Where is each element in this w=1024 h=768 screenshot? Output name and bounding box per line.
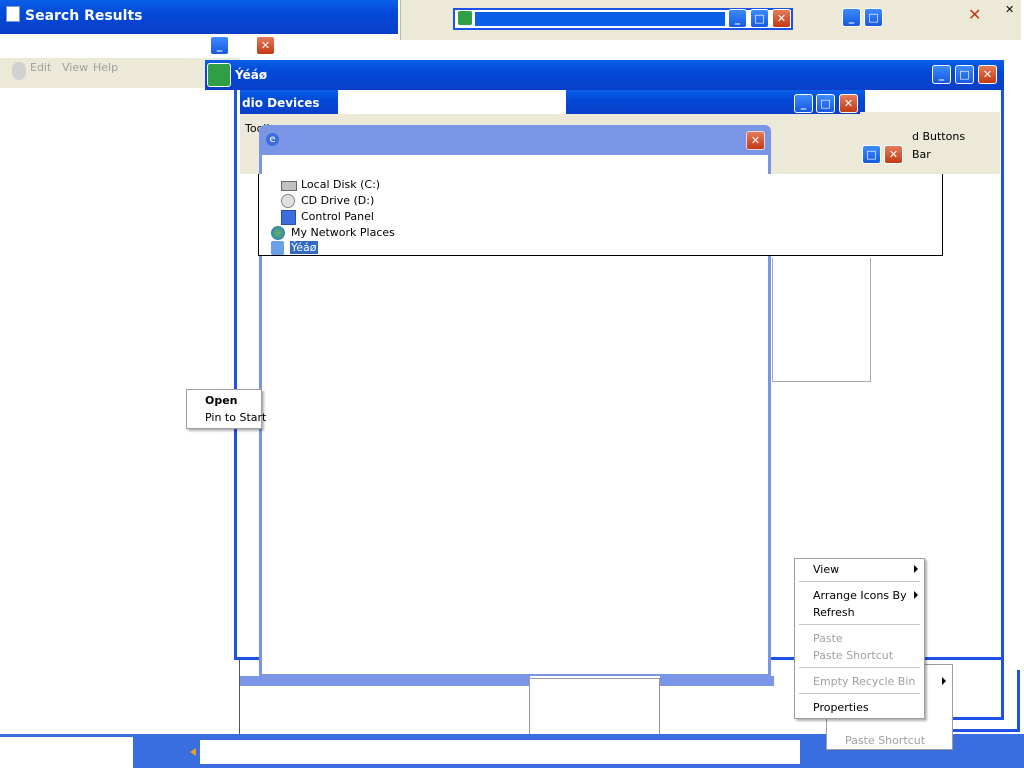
desktop-context-menu: View Arrange Icons By Refresh Paste Past… — [794, 558, 925, 719]
ghost-close-button[interactable]: ✕ — [772, 9, 791, 28]
main-maximize-button[interactable]: □ — [955, 65, 974, 84]
panel-outline — [772, 258, 871, 382]
submenu-arrow-icon — [914, 591, 918, 599]
ghost-maximize-button[interactable]: □ — [750, 9, 769, 28]
main-window-title: Ýéáø — [235, 68, 268, 82]
start-item-context-menu: Open Pin to Start — [186, 389, 266, 429]
open-menu-item[interactable]: Open — [205, 394, 238, 407]
audio-minimize-button[interactable]: _ — [794, 94, 813, 113]
search-results-titlebar: Search Results — [0, 0, 398, 34]
panel-maximize-button[interactable]: □ — [862, 145, 881, 164]
taskbar-arrow-icon — [190, 748, 196, 756]
search-minimize-button[interactable]: _ — [210, 36, 229, 55]
network-places-icon — [271, 226, 285, 240]
menu-separator — [799, 581, 920, 582]
submenu-arrow-icon — [914, 565, 918, 573]
menu-edit[interactable]: Edit — [30, 61, 51, 74]
cd-drive-icon — [281, 194, 295, 208]
control-panel-icon — [281, 210, 296, 225]
internet-explorer-icon: e — [266, 133, 279, 146]
location-dropdown: Local Disk (C:) CD Drive (D:) Control Pa… — [258, 174, 943, 256]
audio-maximize-button[interactable]: □ — [816, 94, 835, 113]
list-item-label: Control Panel — [301, 210, 374, 223]
blank-popup-window — [529, 678, 660, 739]
main-minimize-button[interactable]: _ — [932, 65, 951, 84]
menu-separator — [799, 624, 920, 625]
window-title: Search Results — [25, 8, 143, 24]
menu-separator — [799, 693, 920, 694]
bottom-white-field — [200, 740, 800, 764]
audio-close-button[interactable]: ✕ — [839, 94, 858, 113]
refresh-menu-item[interactable]: Refresh — [813, 606, 855, 619]
ghost-close-glyph: ✕ — [968, 5, 982, 24]
hard-disk-icon — [281, 181, 297, 191]
ghost-minimize-button[interactable]: _ — [728, 9, 747, 28]
pin-to-start-menu-item[interactable]: Pin to Start — [205, 411, 266, 424]
paste-menu-item[interactable]: Paste — [813, 632, 843, 645]
ghost-title-fill — [475, 12, 725, 26]
search-close-button[interactable]: ✕ — [256, 36, 275, 55]
explorer-close-button[interactable]: ✕ — [746, 131, 765, 150]
explorer-bottom-strip-right — [660, 676, 774, 686]
audio-window-title: dio Devices — [242, 96, 320, 110]
ghost-close-glyph-2: ✕ — [1005, 3, 1015, 16]
list-item-label: My Network Places — [291, 226, 395, 239]
list-item-label-selected: Ýéáø — [290, 241, 318, 254]
explorer-bottom-strip — [240, 676, 530, 686]
submenu-arrow-icon — [942, 677, 946, 685]
ghost-maximize-button-2[interactable]: □ — [864, 8, 883, 27]
main-window-titlebar: Ýéáø — [205, 60, 1004, 90]
document-icon — [6, 6, 20, 22]
bar-label: Bar — [912, 148, 931, 161]
arrange-icons-menu-item[interactable]: Arrange Icons By — [813, 589, 907, 602]
explorer-titlebar: e — [261, 128, 769, 154]
back-icon[interactable] — [12, 62, 26, 80]
paste-shortcut-menu-item[interactable]: Paste Shortcut — [813, 649, 893, 662]
view-menu-item[interactable]: View — [813, 563, 839, 576]
list-item-label: CD Drive (D:) — [301, 194, 375, 207]
main-close-button[interactable]: ✕ — [978, 65, 997, 84]
recycle-bin-icon — [271, 241, 284, 255]
empty-recycle-bin-menu-item[interactable]: Empty Recycle Bin — [813, 675, 915, 688]
search-results-menubar: Edit View Help — [0, 58, 240, 88]
panel-close-button[interactable]: ✕ — [884, 145, 903, 164]
recycle-bin-icon — [207, 63, 231, 87]
menu-view[interactable]: View — [62, 61, 88, 74]
recycle-bin-icon — [458, 11, 472, 25]
list-item-label: Local Disk (C:) — [301, 178, 381, 191]
menu-separator — [799, 667, 920, 668]
ghost-paste-shortcut-item[interactable]: Paste Shortcut — [845, 734, 925, 747]
menu-help[interactable]: Help — [93, 61, 118, 74]
taskbar-panel — [860, 112, 1000, 174]
ghost-minimize-button-2[interactable]: _ — [842, 8, 861, 27]
properties-menu-item[interactable]: Properties — [813, 701, 869, 714]
buttons-label: d Buttons — [912, 130, 966, 143]
